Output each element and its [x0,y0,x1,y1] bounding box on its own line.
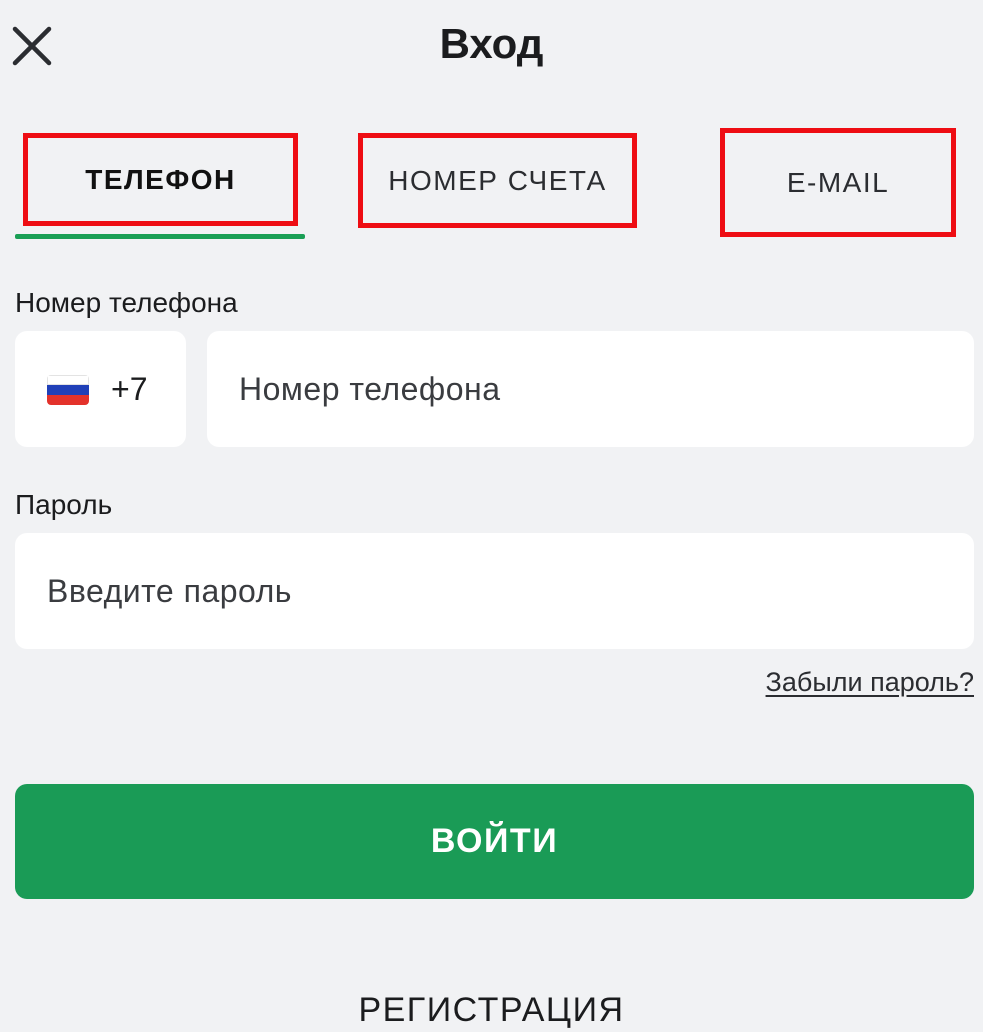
login-button-label: ВОЙТИ [430,822,559,860]
page-title: Вход [439,20,544,67]
tab-account-number[interactable]: НОМЕР СЧЕТА [358,133,637,228]
password-input-placeholder: Введите пароль [47,572,292,609]
forgot-password-link[interactable]: Забыли пароль? [766,664,974,700]
password-input[interactable]: Введите пароль [15,533,974,649]
tab-email[interactable]: E-MAIL [720,128,956,237]
country-code: +7 [111,371,148,407]
active-tab-indicator [15,234,305,239]
country-code-selector[interactable]: +7 [15,331,186,447]
russia-flag-icon [47,375,89,405]
login-button[interactable]: ВОЙТИ [15,784,974,899]
tab-phone[interactable]: ТЕЛЕФОН [23,133,298,226]
tab-phone-label: ТЕЛЕФОН [85,163,236,195]
register-button[interactable]: РЕГИСТРАЦИЯ [0,988,983,1032]
phone-input-placeholder: Номер телефона [239,370,501,407]
phone-input[interactable]: Номер телефона [207,331,974,447]
phone-field-label: Номер телефона [15,287,238,318]
tab-email-label: E-MAIL [786,166,890,198]
password-field-label: Пароль [15,489,113,520]
register-button-label: РЕГИСТРАЦИЯ [358,991,625,1029]
tab-account-number-label: НОМЕР СЧЕТА [388,164,607,196]
